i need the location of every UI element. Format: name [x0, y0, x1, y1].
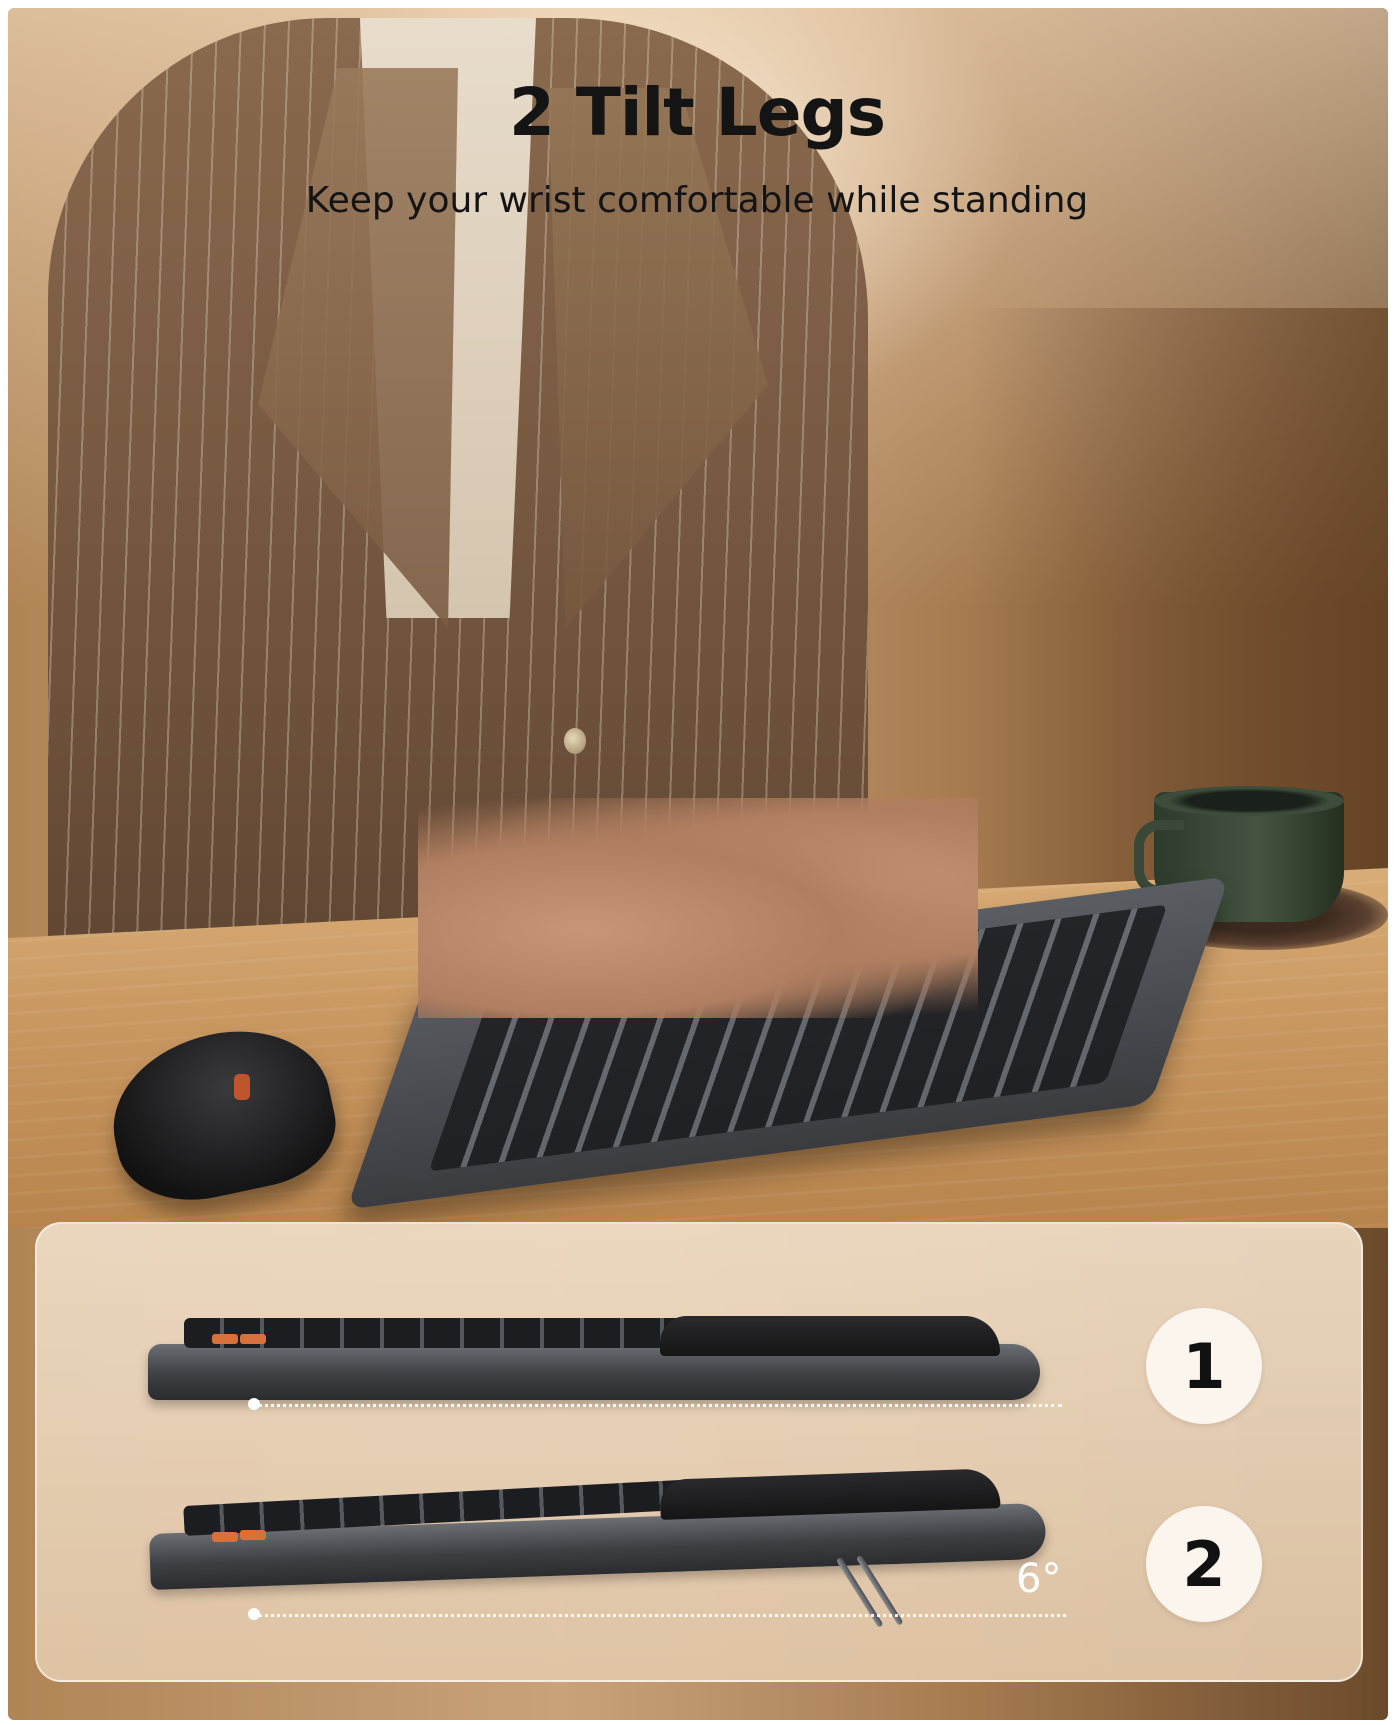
baseline-dotted-tilted: [254, 1614, 1066, 1617]
mouse-scroll-wheel: [234, 1074, 250, 1100]
page-subtitle: Keep your wrist comfortable while standi…: [305, 180, 1089, 221]
tilt-comparison-panel: [35, 1222, 1363, 1682]
suit-button: [564, 728, 586, 754]
tilt-angle-label: 6°: [1016, 1556, 1062, 1602]
front-foot-dot-flat: [248, 1398, 260, 1410]
palm-rest-flat: [660, 1316, 1000, 1356]
orange-key-tilted: [212, 1532, 238, 1542]
coffee-cup-rim: [1154, 786, 1344, 816]
page-title: 2 Tilt Legs: [508, 74, 886, 151]
orange-key-flat: [212, 1334, 238, 1344]
orange-key-tilted-2: [240, 1530, 266, 1540]
orange-key-flat-2: [240, 1334, 266, 1344]
typing-hands: [418, 798, 978, 1018]
step-badge-2: 2: [1146, 1506, 1262, 1622]
front-foot-dot-tilted: [248, 1608, 260, 1620]
step-badge-1: 1: [1146, 1308, 1262, 1424]
baseline-dotted-flat: [252, 1404, 1062, 1407]
